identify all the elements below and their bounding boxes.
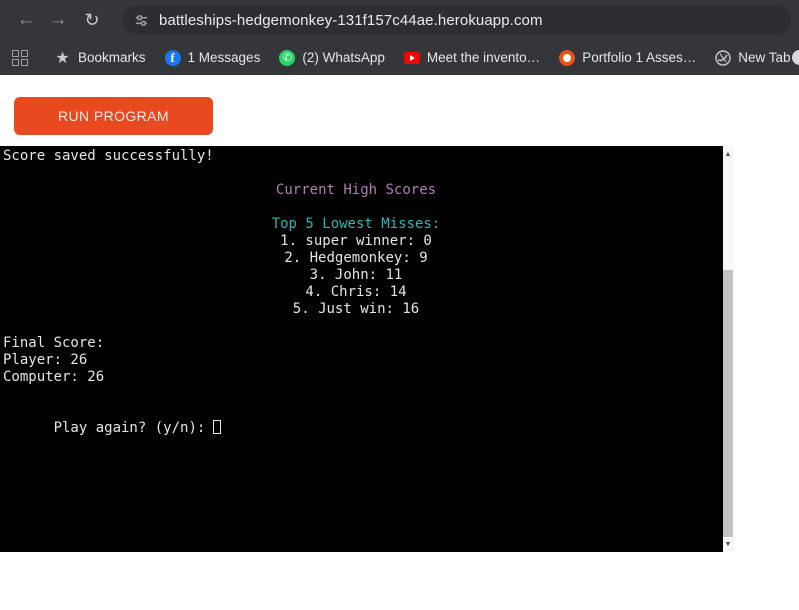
final-score-label: Final Score: [3, 335, 105, 351]
bookmark-partial-icon[interactable] [792, 50, 799, 65]
whatsapp-icon: ✆ [279, 49, 296, 66]
url-text: battleships-hedgemonkey-131f157c44ae.her… [159, 11, 543, 29]
reload-icon[interactable]: ↻ [76, 4, 108, 36]
scroll-up-icon[interactable]: ▲ [723, 148, 733, 160]
bookmark-label: New Tab [738, 50, 791, 65]
apps-grid-icon[interactable] [12, 49, 28, 66]
bookmark-label: Meet the invento… [426, 50, 541, 65]
back-icon[interactable]: ← [10, 4, 42, 36]
bookmark-messages[interactable]: f 1 Messages [164, 49, 261, 66]
score-entry: 4. Chris: 14 [305, 284, 407, 300]
bookmark-whatsapp[interactable]: ✆ (2) WhatsApp [279, 49, 385, 66]
high-scores-title: Current High Scores [275, 182, 437, 198]
bookmark-label: Portfolio 1 Asses… [582, 50, 697, 65]
browser-chrome: ← → ↻ battleships-hedgemonkey-131f157c44… [0, 0, 799, 75]
bookmark-bookmarks-folder[interactable]: ★ Bookmarks [54, 49, 146, 67]
terminal-line: Score saved successfully! [3, 148, 214, 164]
site-settings-icon[interactable] [132, 11, 150, 29]
prompt-text: Play again? (y/n): [53, 420, 206, 436]
terminal-output[interactable]: Score saved successfully! Current High S… [0, 146, 723, 552]
score-entry: 5. Just win: 16 [292, 301, 420, 317]
orange-ring-icon [559, 49, 576, 66]
star-icon: ★ [55, 49, 70, 67]
facebook-icon: f [164, 49, 181, 66]
run-program-button[interactable]: RUN PROGRAM [14, 97, 213, 135]
computer-score: Computer: 26 [3, 369, 105, 385]
bookmarks-bar: ★ Bookmarks f 1 Messages ✆ (2) WhatsApp … [0, 40, 799, 75]
top5-heading: Top 5 Lowest Misses: [271, 216, 441, 232]
address-bar[interactable]: battleships-hedgemonkey-131f157c44ae.her… [122, 6, 791, 34]
score-entry: 2. Hedgemonkey: 9 [284, 250, 428, 266]
browser-toolbar: ← → ↻ battleships-hedgemonkey-131f157c44… [0, 0, 799, 40]
terminal-scrollbar[interactable]: ▲ ▼ [723, 146, 733, 552]
play-again-prompt[interactable]: Play again? (y/n): [0, 403, 723, 436]
globe-icon [715, 49, 731, 66]
bookmark-youtube-video[interactable]: Meet the invento… [403, 50, 541, 65]
bookmark-portfolio[interactable]: Portfolio 1 Asses… [559, 49, 697, 66]
youtube-icon [403, 51, 420, 64]
score-entry: 3. John: 11 [309, 267, 403, 283]
terminal-cursor [213, 420, 222, 434]
player-score: Player: 26 [3, 352, 88, 368]
bookmark-label: 1 Messages [187, 50, 261, 65]
score-entry: 1. super winner: 0 [280, 233, 432, 249]
scrollbar-thumb[interactable] [723, 270, 733, 537]
scroll-down-icon[interactable]: ▼ [723, 538, 733, 550]
bookmark-new-tab[interactable]: New Tab [715, 49, 791, 66]
bookmark-label: (2) WhatsApp [302, 50, 385, 65]
terminal-widget: Score saved successfully! Current High S… [0, 146, 733, 552]
bookmark-label: Bookmarks [78, 50, 146, 65]
forward-icon[interactable]: → [42, 4, 74, 36]
